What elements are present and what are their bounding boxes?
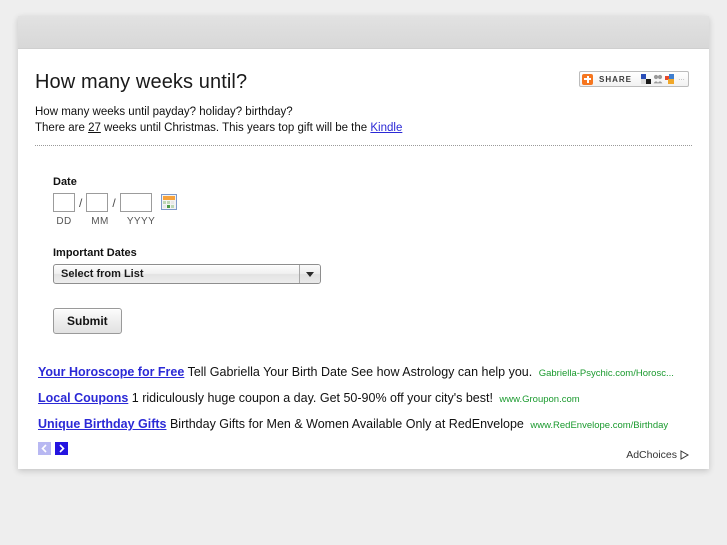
day-input[interactable] (53, 193, 75, 212)
important-dates-selected-value: Select from List (61, 268, 144, 280)
ad-item: Unique Birthday Gifts Birthday Gifts for… (38, 416, 692, 434)
date-label: Date (53, 176, 77, 188)
share-more-dots[interactable]: … (678, 75, 685, 82)
day-hint: DD (56, 216, 72, 227)
ad-description: 1 ridiculously huge coupon a day. Get 50… (131, 391, 493, 405)
submit-button[interactable]: Submit (53, 308, 122, 334)
ad-item: Local Coupons 1 ridiculously huge coupon… (38, 390, 692, 408)
ads-prev-button[interactable] (38, 442, 51, 455)
addthis-share-widget[interactable]: SHARE … (579, 71, 689, 87)
ad-url: www.Groupon.com (499, 394, 580, 405)
important-dates-fieldset: Important Dates Select from List (35, 247, 692, 284)
facebook-icon[interactable] (653, 74, 663, 84)
submit-row: Submit (35, 308, 692, 334)
browser-chrome-bar (18, 16, 709, 49)
year-hint: YYYY (126, 216, 156, 227)
important-dates-select[interactable]: Select from List (53, 264, 321, 284)
browser-content-panel: SHARE … How many weeks until? How many w… (18, 16, 709, 469)
year-input[interactable] (119, 193, 152, 212)
select-dropdown-button[interactable] (299, 265, 320, 283)
ads-next-button[interactable] (55, 442, 68, 455)
page-content: SHARE … How many weeks until? How many w… (18, 49, 709, 469)
ad-item: Your Horoscope for Free Tell Gabriella Y… (38, 364, 692, 382)
adchoices-label: AdChoices (626, 449, 677, 461)
ad-title-link[interactable]: Unique Birthday Gifts (38, 417, 166, 431)
adchoices-triangle-icon (680, 450, 689, 460)
date-separator-2: / (112, 196, 116, 210)
ad-url: www.RedEnvelope.com/Birthday (530, 420, 669, 431)
share-service-icons[interactable]: … (641, 74, 685, 84)
more-services-icon[interactable] (665, 74, 675, 84)
date-inputs-row: / / (53, 193, 692, 213)
month-hint: MM (91, 216, 109, 227)
dotted-divider (35, 145, 692, 146)
chevron-left-icon (41, 444, 47, 453)
adchoices-link[interactable]: AdChoices (626, 449, 689, 461)
sentence-prefix: There are (35, 122, 89, 134)
calendar-picker-icon[interactable] (160, 194, 177, 210)
ad-url: Gabriella-Psychic.com/Horosc... (538, 368, 674, 379)
ad-title-link[interactable]: Your Horoscope for Free (38, 365, 184, 379)
ad-title-link[interactable]: Local Coupons (38, 391, 128, 405)
month-input[interactable] (86, 193, 109, 212)
share-label: SHARE (599, 74, 633, 84)
date-hints-row: DD MM YYYY (53, 216, 692, 227)
subtitle-line-2: There are 27 weeks until Christmas. This… (35, 121, 692, 136)
sentence-middle: weeks until Christmas. This years top gi… (100, 122, 371, 134)
addthis-plus-icon (582, 73, 593, 85)
kindle-link[interactable]: Kindle (370, 122, 402, 134)
chevron-right-icon (59, 444, 65, 453)
weeks-count: 27 (88, 122, 101, 134)
ads-pagination (38, 442, 692, 455)
date-separator-1: / (79, 196, 83, 210)
subtitle-line-1: How many weeks until payday? holiday? bi… (35, 106, 293, 118)
chevron-down-icon (306, 271, 314, 277)
ad-description: Tell Gabriella Your Birth Date See how A… (187, 365, 533, 379)
ad-description: Birthday Gifts for Men & Women Available… (169, 417, 524, 431)
ads-block: Your Horoscope for Free Tell Gabriella Y… (35, 364, 692, 455)
important-dates-label: Important Dates (53, 247, 137, 259)
bookmark-icon[interactable] (641, 74, 651, 84)
date-fieldset: Date / / DD MM YYYY (35, 176, 692, 227)
